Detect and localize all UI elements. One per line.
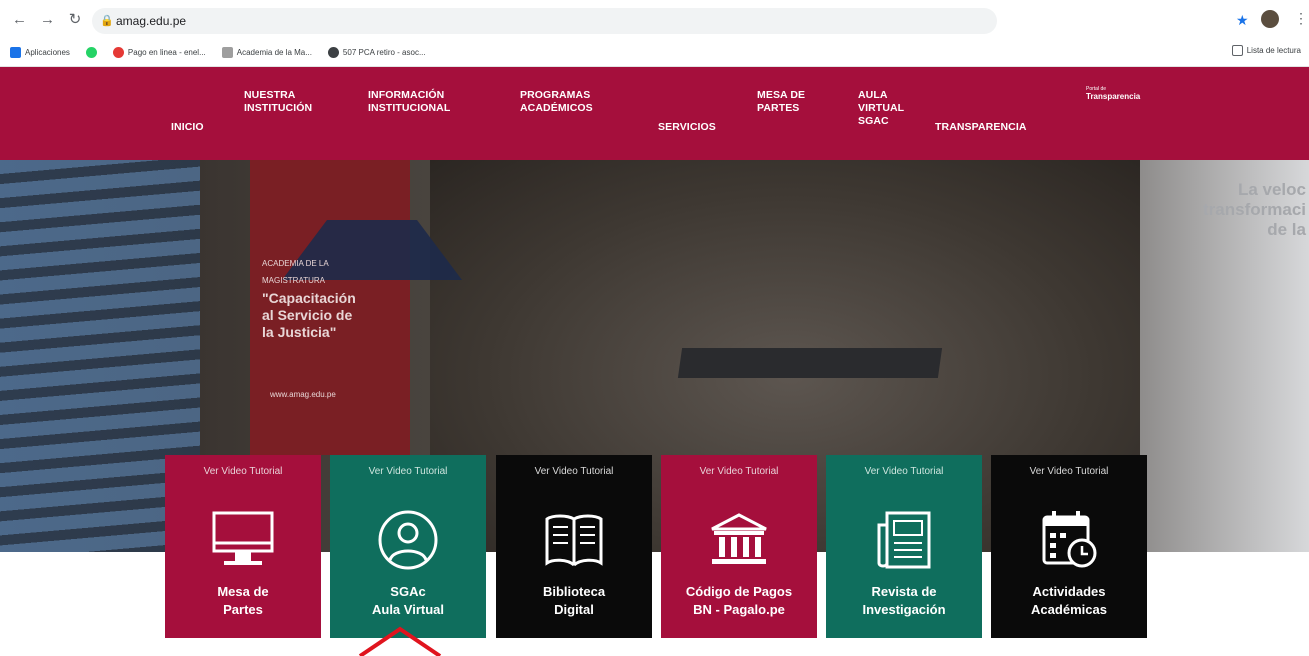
transparency-big-text: Transparencia <box>1086 92 1141 101</box>
nav-mesa-de-partes[interactable]: MESA DE PARTES <box>757 89 805 115</box>
profile-avatar[interactable] <box>1261 10 1279 28</box>
tile-mesa-de-partes[interactable]: Ver Video Tutorial Mesa de Partes <box>165 455 321 638</box>
bookmark-label: Pago en linea - enel... <box>127 47 206 57</box>
browser-menu-icon[interactable]: ⋮ <box>1294 10 1308 27</box>
browser-nav: ← → ↻ <box>12 12 82 27</box>
hero-table <box>677 348 943 378</box>
bookmarks-bar: Aplicaciones Pago en linea - enel... Aca… <box>0 42 1309 62</box>
forward-icon[interactable]: → <box>40 12 55 27</box>
tile-label: Biblioteca Digital <box>542 584 606 617</box>
calendar-icon <box>1042 511 1097 568</box>
back-icon[interactable]: ← <box>12 12 27 27</box>
bookmark-academia[interactable]: Academia de la Ma... <box>221 46 312 58</box>
globe-icon <box>327 46 339 58</box>
enel-icon <box>112 46 124 58</box>
tile-revista-de-investigacion[interactable]: Ver Video Tutorial Revista de Investigac… <box>826 455 982 638</box>
address-bar[interactable]: 🔒 amag.edu.pe <box>92 8 997 34</box>
tile-label: Código de Pagos BN - Pagalo.pe <box>685 584 793 617</box>
lock-icon: 🔒 <box>100 15 114 27</box>
bookmark-pca[interactable]: 507 PCA retiro - asoc... <box>327 46 426 58</box>
tile-actividades-academicas[interactable]: Ver Video Tutorial Actividades Académica… <box>991 455 1147 638</box>
nav-informacion-institucional[interactable]: INFORMACIÓN INSTITUCIONAL <box>368 89 450 115</box>
apps-grid-icon <box>10 46 21 58</box>
tile-label: Revista de Investigación <box>862 584 946 617</box>
video-tutorial-link[interactable]: Ver Video Tutorial <box>330 466 486 477</box>
bank-icon <box>711 513 767 564</box>
reading-list[interactable]: Lista de lectura <box>1231 45 1301 56</box>
tile-label: SGAc Aula Virtual <box>371 584 444 617</box>
reading-list-label: Lista de lectura <box>1246 46 1301 55</box>
url-text[interactable]: amag.edu.pe <box>116 14 186 28</box>
banner-quote: "Capacitación al Servicio de la Justicia… <box>262 290 356 340</box>
video-tutorial-link[interactable]: Ver Video Tutorial <box>991 466 1147 477</box>
bookmark-label: Aplicaciones <box>25 47 70 57</box>
bookmark-whatsapp[interactable] <box>85 46 97 58</box>
video-tutorial-link[interactable]: Ver Video Tutorial <box>661 466 817 477</box>
tile-codigo-de-pagos[interactable]: Ver Video Tutorial Código de Pagos BN - … <box>661 455 817 638</box>
video-tutorial-link[interactable]: Ver Video Tutorial <box>496 466 652 477</box>
book-icon <box>545 514 603 567</box>
site-header <box>0 67 1309 160</box>
video-tutorial-link[interactable]: Ver Video Tutorial <box>826 466 982 477</box>
page-icon <box>221 46 233 58</box>
user-icon <box>378 510 438 570</box>
bookmark-apps[interactable]: Aplicaciones <box>10 46 70 58</box>
tile-label: Actividades Académicas <box>1031 584 1107 617</box>
bookmark-label: Academia de la Ma... <box>236 47 312 57</box>
tile-biblioteca-digital[interactable]: Ver Video Tutorial Biblioteca Digital <box>496 455 652 638</box>
nav-nuestra-institucion[interactable]: NUESTRA INSTITUCIÓN <box>244 89 312 115</box>
nav-programas-academicos[interactable]: PROGRAMAS ACADÉMICOS <box>520 89 593 115</box>
banner-academia-text: ACADEMIA DE LA MAGISTRATURA <box>262 259 329 285</box>
tile-sgac-aula-virtual[interactable]: Ver Video Tutorial SGAc Aula Virtual <box>330 455 486 638</box>
video-tutorial-link[interactable]: Ver Video Tutorial <box>165 466 321 477</box>
whatsapp-icon <box>85 46 97 58</box>
nav-transparencia[interactable]: TRANSPARENCIA <box>935 121 1027 134</box>
bookmark-enel[interactable]: Pago en linea - enel... <box>112 46 206 58</box>
newspaper-icon <box>877 511 931 569</box>
transparency-portal-logo[interactable]: Portal de Transparencia <box>1086 86 1140 101</box>
browser-chrome: ← → ↻ 🔒 amag.edu.pe ★ ⋮ Aplicaciones Pag… <box>0 0 1309 67</box>
nav-servicios[interactable]: SERVICIOS <box>658 121 716 134</box>
bookmark-label: 507 PCA retiro - asoc... <box>342 47 426 57</box>
annotation-arrow <box>358 626 442 656</box>
reading-list-icon <box>1231 45 1243 56</box>
nav-aula-virtual-sgac[interactable]: AULA VIRTUAL SGAC <box>858 89 904 128</box>
nav-inicio[interactable]: INICIO <box>171 121 204 134</box>
monitor-icon <box>212 511 274 565</box>
banner-url: www.amag.edu.pe <box>270 390 336 399</box>
bookmark-star-icon[interactable]: ★ <box>1236 12 1249 29</box>
tile-label: Mesa de Partes <box>217 584 269 617</box>
hero-slogan: La veloc transformaci de la <box>1203 180 1306 239</box>
reload-icon[interactable]: ↻ <box>68 12 82 27</box>
